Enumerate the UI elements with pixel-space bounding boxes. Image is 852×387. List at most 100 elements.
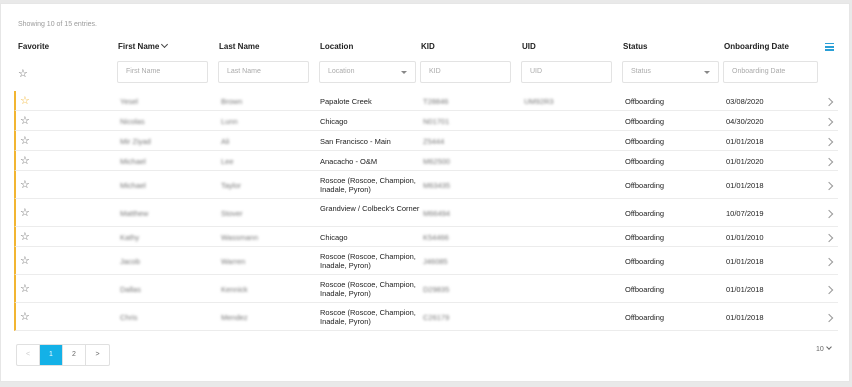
last-name-filter-input[interactable]: Last Name [218,61,309,83]
chevron-right-icon[interactable] [824,233,834,243]
chevron-right-icon[interactable] [824,181,834,191]
column-header-uid[interactable]: UID [522,42,536,51]
status-cell: Offboarding [625,137,665,146]
table-row[interactable]: ☆ Michael Taylor Roscoe (Roscoe, Champio… [14,171,838,199]
uid-cell: UM92R3 [524,97,554,106]
onboarding-date-cell: 10/07/2019 [726,209,764,218]
onboarding-date-filter-input[interactable]: Onboarding Date [723,61,818,83]
chevron-down-icon [825,344,832,350]
first-name-filter-input[interactable]: First Name [117,61,208,83]
hamburger-menu-icon[interactable] [825,43,834,53]
column-header-first-name-label: First Name [118,42,160,51]
sort-chevron-down-icon [161,40,169,49]
chevron-right-icon[interactable] [824,137,834,147]
star-icon[interactable]: ☆ [20,254,30,267]
employee-table-card: Showing 10 of 15 entries. Favorite First… [0,3,850,382]
kid-cell: M62500 [423,157,451,166]
table-body: ☆ Yesel Brown Papalote Creek T28846 UM92… [14,91,838,331]
onboarding-date-cell: 01/01/2018 [726,137,764,146]
chevron-right-icon[interactable] [824,97,834,107]
star-icon[interactable]: ☆ [20,114,30,127]
first-name-cell: Jacob [120,257,141,266]
location-cell: Roscoe (Roscoe, Champion, Inadale, Pyron… [320,308,416,326]
table-row[interactable]: ☆ Michael Lee Anacacho - O&M M62500 Offb… [14,151,838,171]
location-cell: Chicago [320,117,348,126]
page-button-1[interactable]: 1 [40,345,63,365]
last-name-cell: Lee [221,157,234,166]
chevron-right-icon[interactable] [824,117,834,127]
location-cell: Roscoe (Roscoe, Champion, Inadale, Pyron… [320,280,416,298]
column-header-location[interactable]: Location [320,42,353,51]
prev-page-button[interactable]: < [17,345,40,365]
kid-cell: M66494 [423,209,451,218]
uid-filter-input[interactable]: UID [521,61,612,83]
star-icon[interactable]: ☆ [20,310,30,323]
star-icon[interactable]: ☆ [20,94,30,107]
first-name-cell: Matthew [120,209,149,218]
column-header-favorite[interactable]: Favorite [18,42,49,51]
kid-cell: C26179 [423,313,450,322]
last-name-cell: Kennick [221,285,248,294]
star-icon[interactable]: ☆ [20,154,30,167]
column-header-kid[interactable]: KID [421,42,435,51]
kid-cell: N01701 [423,117,450,126]
kid-cell: D29835 [423,285,450,294]
table-row[interactable]: ☆ Nicolas Lunn Chicago N01701 Offboardin… [14,111,838,131]
status-cell: Offboarding [625,97,665,106]
first-name-cell: Kathy [120,233,140,242]
kid-cell: T28846 [423,97,449,106]
chevron-right-icon[interactable] [824,285,834,295]
table-row[interactable]: ☆ Kathy Wassmann Chicago K54466 Offboard… [14,227,838,247]
status-cell: Offboarding [625,181,665,190]
last-name-cell: Taylor [221,181,242,190]
table-row[interactable]: ☆ Mir Ziyad Ali San Francisco - Main Z54… [14,131,838,151]
star-icon[interactable]: ☆ [20,134,30,147]
column-header-status[interactable]: Status [623,42,647,51]
star-icon[interactable]: ☆ [20,282,30,295]
kid-filter-input[interactable]: KID [420,61,511,83]
column-header-onboarding-date[interactable]: Onboarding Date [724,42,789,51]
column-header-first-name[interactable]: First Name [118,40,169,51]
column-header-last-name[interactable]: Last Name [219,42,259,51]
table-row[interactable]: ☆ Yesel Brown Papalote Creek T28846 UM92… [14,91,838,111]
kid-cell: Z5444 [423,137,445,146]
star-icon[interactable]: ☆ [20,230,30,243]
first-name-cell: Michael [120,157,146,166]
onboarding-date-cell: 01/01/2018 [726,285,764,294]
star-icon[interactable]: ☆ [20,178,30,191]
last-name-cell: Wassmann [221,233,259,242]
star-icon[interactable]: ☆ [20,206,30,219]
first-name-cell: Yesel [120,97,139,106]
last-name-cell: Stover [221,209,243,218]
location-filter-select[interactable]: Location [319,61,416,83]
last-name-cell: Brown [221,97,243,106]
onboarding-date-cell: 01/01/2010 [726,233,764,242]
onboarding-date-cell: 01/01/2020 [726,157,764,166]
status-cell: Offboarding [625,313,665,322]
location-cell: Roscoe (Roscoe, Champion, Inadale, Pyron… [320,252,416,270]
favorite-filter-star-icon[interactable]: ☆ [18,67,28,80]
kid-cell: J46085 [423,257,448,266]
onboarding-date-cell: 01/01/2018 [726,313,764,322]
onboarding-date-cell: 03/08/2020 [726,97,764,106]
status-cell: Offboarding [625,209,665,218]
chevron-right-icon[interactable] [824,209,834,219]
chevron-right-icon[interactable] [824,257,834,267]
table-row[interactable]: ☆ Chris Mendez Roscoe (Roscoe, Champion,… [14,303,838,331]
table-row[interactable]: ☆ Dallas Kennick Roscoe (Roscoe, Champio… [14,275,838,303]
last-name-cell: Ali [221,137,230,146]
status-cell: Offboarding [625,157,665,166]
location-cell: San Francisco - Main [320,137,391,146]
chevron-right-icon[interactable] [824,157,834,167]
page-size-select[interactable]: 10 [816,344,832,353]
status-cell: Offboarding [625,117,665,126]
first-name-cell: Chris [120,313,138,322]
table-row[interactable]: ☆ Jacob Warren Roscoe (Roscoe, Champion,… [14,247,838,275]
table-row[interactable]: ☆ Matthew Stover Grandview / Colbeck's C… [14,199,838,227]
onboarding-date-cell: 04/30/2020 [726,117,764,126]
chevron-right-icon[interactable] [824,313,834,323]
status-cell: Offboarding [625,233,665,242]
page-button-2[interactable]: 2 [63,345,86,365]
status-filter-select[interactable]: Status [622,61,719,83]
next-page-button[interactable]: > [86,345,109,365]
